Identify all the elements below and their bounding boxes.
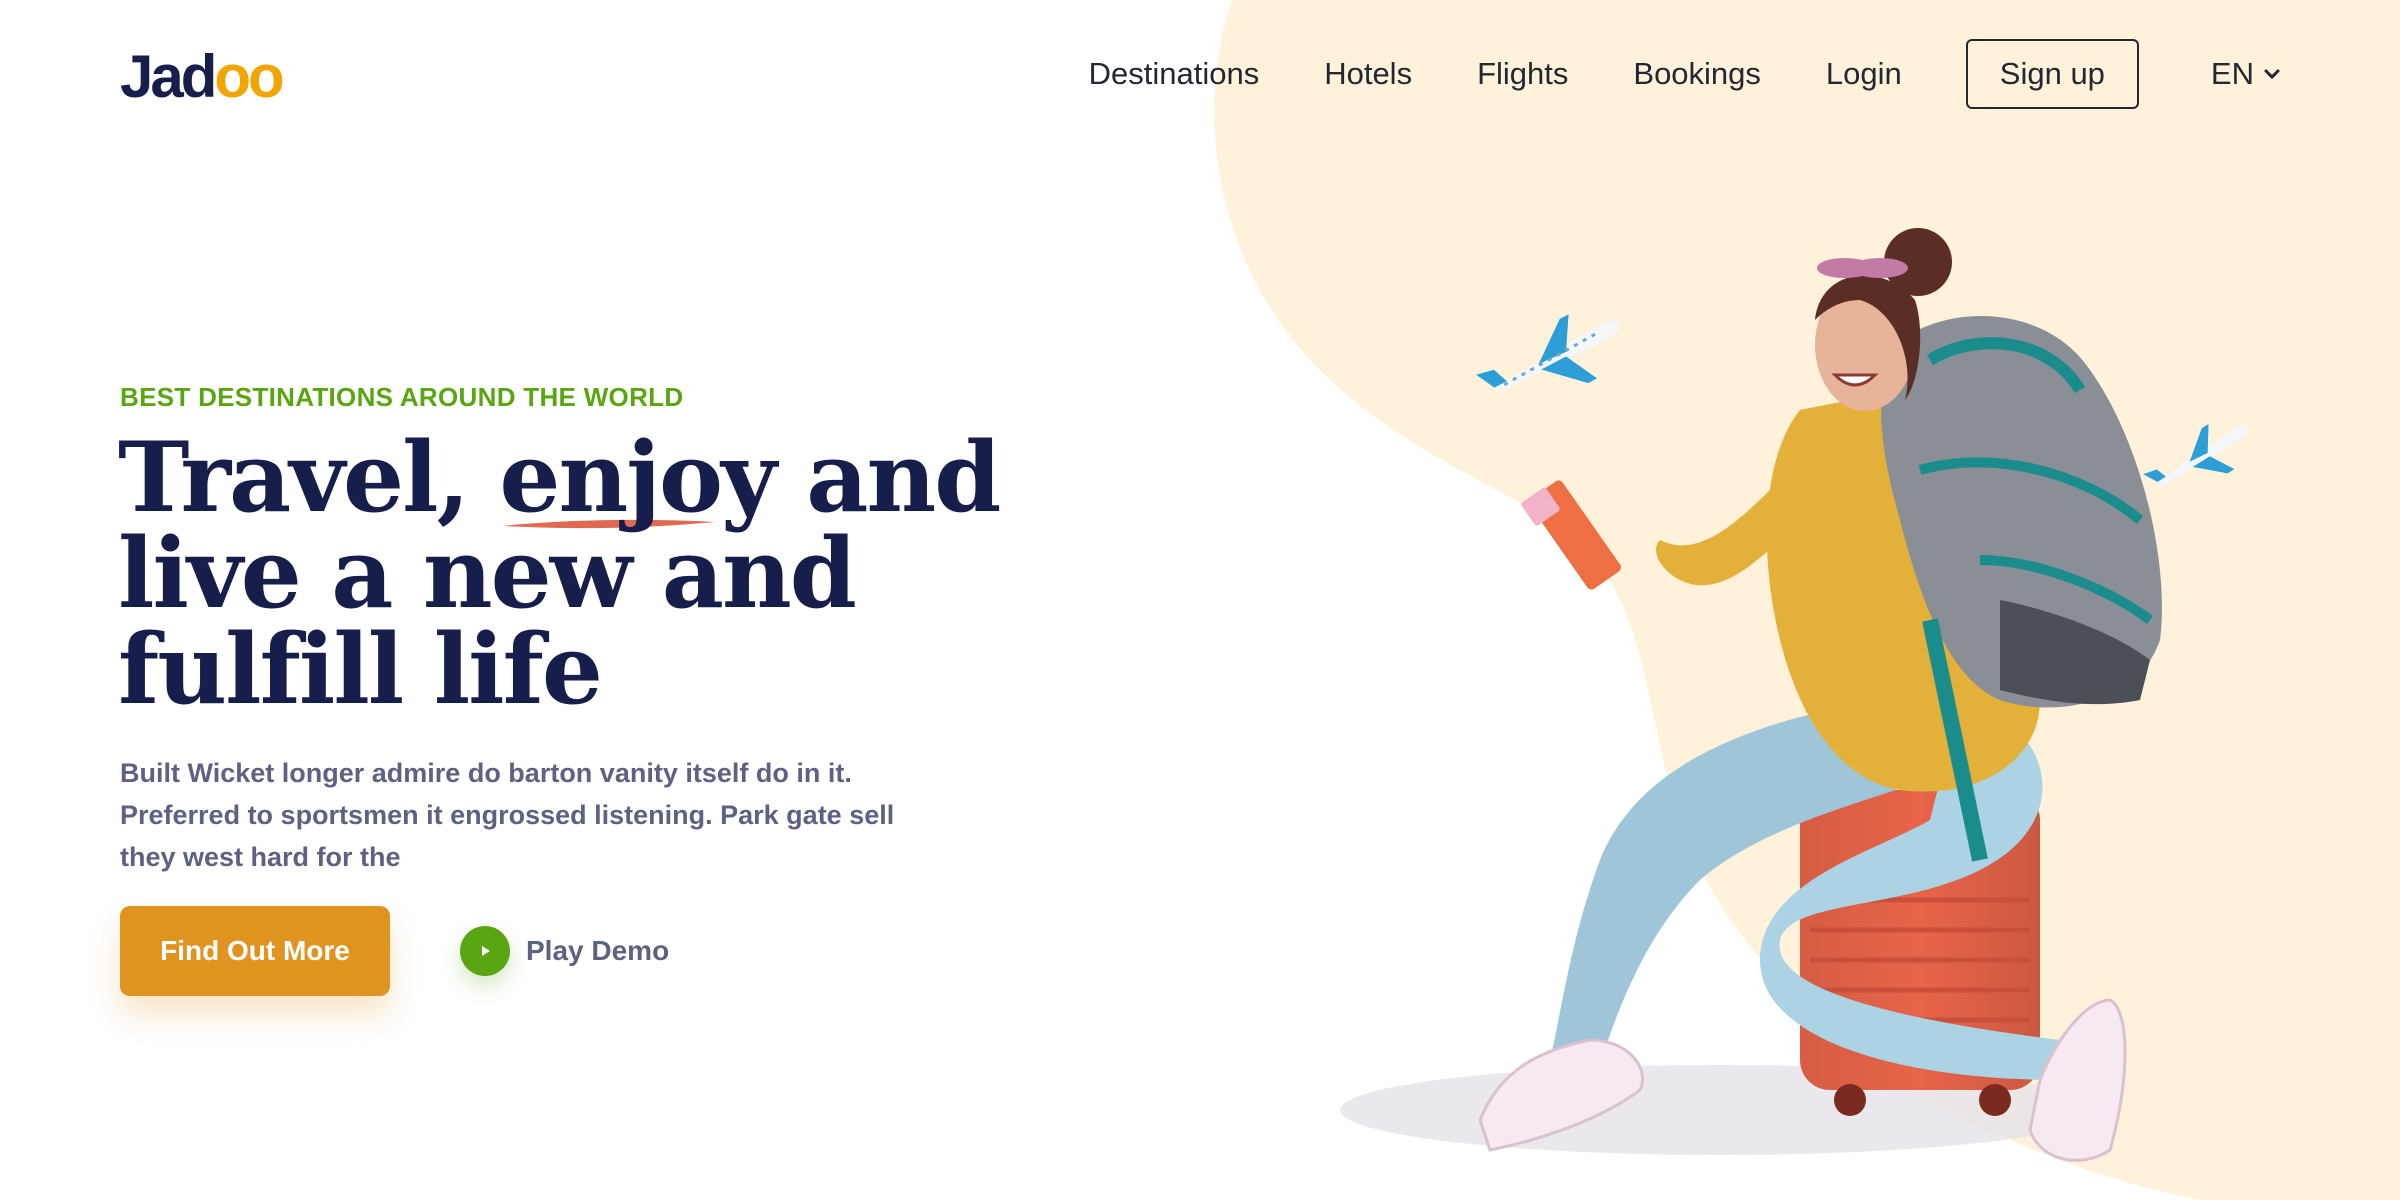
headline-line-1: Travel, enjoy and — [118, 421, 1001, 534]
nav-flights[interactable]: Flights — [1477, 56, 1568, 92]
nav-hotels[interactable]: Hotels — [1324, 56, 1412, 92]
language-selector[interactable]: EN — [2211, 56, 2280, 92]
nav-destinations[interactable]: Destinations — [1089, 56, 1260, 92]
hero-description: Built Wicket longer admire do barton van… — [120, 758, 895, 872]
signup-button[interactable]: Sign up — [1965, 39, 2139, 109]
hero-headline: Travel, enjoy and live a new and fulfill… — [118, 430, 1018, 718]
play-demo-label: Play Demo — [526, 935, 670, 966]
logo-accent: oo — [214, 43, 284, 110]
nav-login[interactable]: Login — [1826, 56, 1902, 92]
headline-highlight: enjoy — [499, 421, 777, 534]
play-icon — [460, 926, 510, 976]
nav-bookings[interactable]: Bookings — [1633, 56, 1761, 92]
hero-tagline: BEST DESTINATIONS AROUND THE WORLD — [120, 382, 684, 412]
language-label: EN — [2210, 56, 2254, 91]
logo[interactable]: Jad oo — [120, 42, 285, 111]
headline-line-2: live a new and — [118, 517, 857, 630]
airplane-icon — [1476, 314, 1620, 393]
shoe-right — [2028, 998, 2127, 1162]
chevron-down-icon — [2264, 69, 2280, 80]
landing-page: Jad oo Destinations Hotels Flights Bookin… — [0, 0, 2400, 1200]
airplane-icon — [2143, 424, 2248, 487]
headline-line-3: fulfill life — [118, 613, 603, 726]
logo-text: Jad — [120, 43, 217, 110]
play-demo-button[interactable]: Play Demo — [460, 926, 669, 976]
find-out-more-button[interactable]: Find Out More — [120, 906, 390, 996]
main-nav: Destinations Hotels Flights Bookings Log… — [960, 38, 2280, 110]
